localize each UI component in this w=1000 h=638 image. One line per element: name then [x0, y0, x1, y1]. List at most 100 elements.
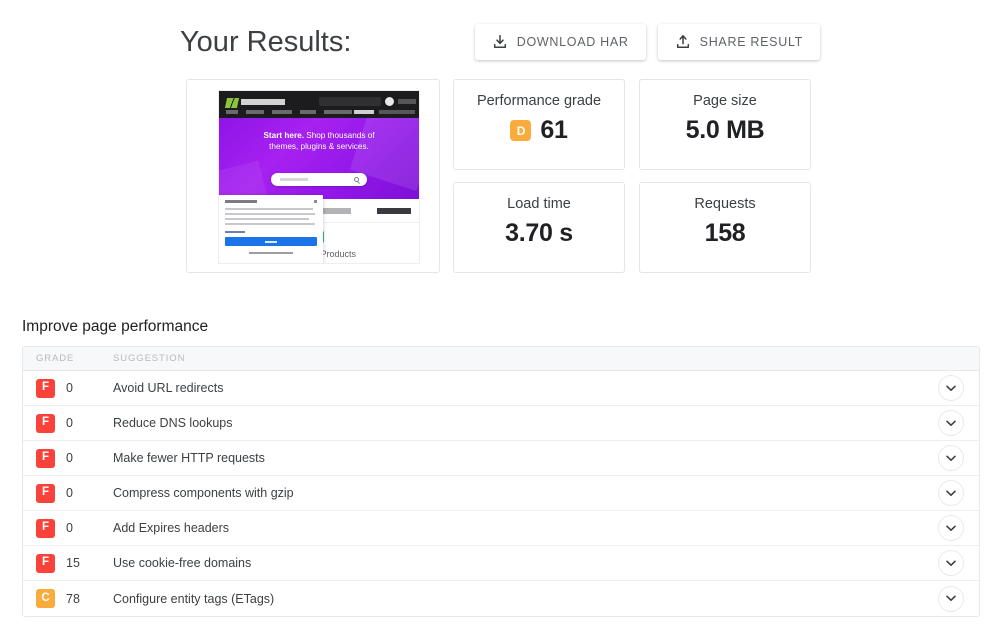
thumb-hero: Start here. Shop thousands of themes, pl… [219, 118, 419, 199]
thumb-site-search-field [319, 97, 381, 106]
grade-score: 0 [66, 521, 73, 535]
table-row[interactable]: F 0 Make fewer HTTP requests [23, 441, 979, 476]
expand-cell [923, 550, 979, 576]
thumb-avatar [385, 97, 394, 106]
download-har-label: DOWNLOAD HAR [516, 35, 629, 49]
metric-card-page-size: Page size 5.0 MB [639, 79, 811, 170]
chevron-down-icon[interactable] [938, 375, 964, 401]
expand-cell [923, 480, 979, 506]
expand-cell [923, 375, 979, 401]
grade-score: 0 [66, 381, 73, 395]
thumb-cookie-accept-button [225, 237, 317, 246]
table-row[interactable]: F 0 Compress components with gzip [23, 476, 979, 511]
thumb-hero-title-bold: Start here. [263, 131, 304, 140]
close-icon [314, 200, 317, 203]
thumb-cookie-settings-link [249, 252, 293, 254]
thumb-hero-search-input [271, 173, 367, 186]
table-row[interactable]: F 0 Reduce DNS lookups [23, 406, 979, 441]
grade-cell: F0 [23, 518, 113, 538]
thumb-site-wordmark [241, 99, 285, 105]
grade-cell: F0 [23, 378, 113, 398]
expand-cell [923, 410, 979, 436]
metric-value: 158 [704, 219, 746, 247]
search-icon [354, 177, 359, 182]
suggestion-text: Avoid URL redirects [113, 381, 224, 395]
chevron-down-icon[interactable] [938, 550, 964, 576]
results-header: Your Results: DOWNLOAD HAR SHARE RESULT [180, 18, 820, 66]
metric-value: 5.0 MB [685, 116, 765, 144]
thumb-hero-title-line2: themes, plugins & services. [269, 142, 369, 151]
chevron-down-icon[interactable] [938, 445, 964, 471]
suggestions-table: GRADE SUGGESTION F 0 Avoid URL redirects F 0… [22, 346, 980, 617]
metric-card-requests: Requests 158 [639, 182, 811, 273]
suggestion-text: Use cookie-free domains [113, 556, 252, 570]
page-title: Your Results: [180, 25, 352, 58]
expand-cell [923, 585, 979, 612]
metric-value-group: D 61 [510, 116, 568, 145]
chevron-down-icon[interactable] [938, 410, 964, 436]
metric-label: Requests [694, 196, 756, 212]
improve-section-title: Improve page performance [22, 318, 209, 335]
grade-badge: F [36, 553, 55, 573]
expand-cell [923, 515, 979, 541]
grade-badge: C [36, 589, 55, 608]
metric-card-performance-grade: Performance grade D 61 [453, 79, 625, 170]
share-result-button[interactable]: SHARE RESULT [657, 24, 820, 60]
grade-badge: F [36, 413, 55, 433]
thumb-nav-cta [354, 110, 415, 114]
download-icon [492, 34, 508, 50]
thumb-cookie-dialog [219, 195, 323, 263]
share-result-label: SHARE RESULT [699, 35, 803, 49]
grade-score: 15 [66, 556, 80, 570]
thumb-hero-subtitle [219, 156, 419, 162]
grade-cell: F0 [23, 483, 113, 503]
expand-cell [923, 445, 979, 471]
suggestion-text: Configure entity tags (ETags) [113, 591, 275, 606]
thumb-hero-title: Start here. Shop thousands of themes, pl… [219, 130, 419, 152]
page-screenshot-card[interactable]: Start here. Shop thousands of themes, pl… [186, 79, 440, 273]
download-har-button[interactable]: DOWNLOAD HAR [474, 24, 646, 60]
suggestion-text: Add Expires headers [113, 521, 230, 535]
page-screenshot-thumbnail: Start here. Shop thousands of themes, pl… [219, 91, 419, 263]
metric-label: Page size [693, 93, 757, 109]
thumb-navbar [219, 91, 419, 118]
grade-cell: F0 [23, 413, 113, 433]
share-upload-icon [675, 34, 691, 50]
column-header-suggestion: SUGGESTION [113, 353, 186, 364]
grade-badge: F [36, 448, 55, 468]
chevron-down-icon[interactable] [938, 515, 964, 541]
thumb-hero-title-rest: Shop thousands of [303, 131, 375, 140]
grade-cell: F0 [23, 448, 113, 468]
metric-value: 61 [540, 116, 568, 144]
grade-score: 0 [66, 486, 73, 500]
suggestion-text: Reduce DNS lookups [113, 416, 233, 430]
column-header-grade: GRADE [36, 353, 75, 364]
metric-label: Load time [507, 196, 571, 212]
grade-badge: F [36, 518, 55, 538]
suggestion-text: Compress components with gzip [113, 486, 294, 500]
thumb-account-link [398, 99, 416, 104]
metric-label: Performance grade [476, 93, 602, 109]
grade-cell: C 78 [23, 589, 113, 608]
grade-score: 0 [66, 451, 73, 465]
table-row[interactable]: F 0 Avoid URL redirects [23, 371, 979, 406]
grade-score: 78 [66, 591, 80, 606]
table-row[interactable]: C 78 Configure entity tags (ETags) [23, 581, 979, 616]
thumb-site-logo-icon [224, 98, 240, 108]
metric-card-load-time: Load time 3.70 s [453, 182, 625, 273]
grade-score: 0 [66, 416, 73, 430]
header-actions: DOWNLOAD HAR SHARE RESULT [474, 24, 820, 60]
table-body: F 0 Avoid URL redirects F 0 Reduce DNS lookup… [23, 371, 979, 616]
table-row[interactable]: F 15 Use cookie-free domains [23, 546, 979, 581]
grade-cell: F 15 [23, 553, 113, 573]
results-summary: Start here. Shop thousands of themes, pl… [186, 79, 814, 273]
metric-value: 3.70 s [505, 219, 573, 247]
thumb-nav-links [226, 110, 352, 114]
table-row[interactable]: F 0 Add Expires headers [23, 511, 979, 546]
table-header-row: GRADE SUGGESTION [23, 347, 979, 371]
results-page: Your Results: DOWNLOAD HAR SHARE RESULT … [0, 0, 1000, 638]
grade-badge: F [36, 483, 55, 503]
performance-grade-badge: D [510, 120, 532, 141]
chevron-down-icon[interactable] [938, 480, 964, 506]
chevron-down-icon[interactable] [938, 585, 964, 612]
